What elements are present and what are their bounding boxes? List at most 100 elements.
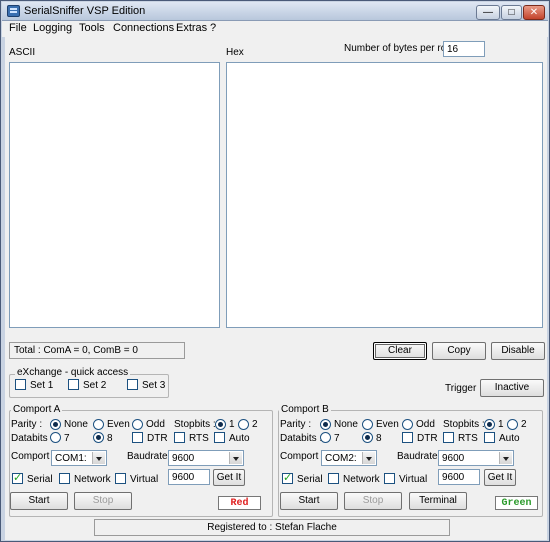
comport-a-parity-even-radio[interactable] — [93, 419, 104, 430]
menu-file[interactable]: File — [9, 22, 27, 34]
comport-a-stop2-radio[interactable] — [238, 419, 249, 430]
comport-a-data8-label: 8 — [107, 433, 113, 444]
clear-button[interactable]: Clear — [373, 342, 427, 360]
title-bar[interactable]: SerialSniffer VSP Edition — □ ✕ — [2, 2, 548, 21]
comport-a-dtr-checkbox[interactable] — [132, 432, 143, 443]
comport-b-stop1-radio[interactable] — [484, 419, 495, 430]
comport-b-network-checkbox[interactable] — [328, 473, 339, 484]
comport-b-start-button[interactable]: Start — [280, 492, 338, 510]
comport-a-parity-odd-radio[interactable] — [132, 419, 143, 430]
comport-a-title: Comport A — [11, 404, 63, 415]
window-title: SerialSniffer VSP Edition — [24, 5, 146, 17]
comport-b-virtual-checkbox[interactable] — [384, 473, 395, 484]
comport-b-parity-none-radio[interactable] — [320, 419, 331, 430]
comport-a-parity-none-label: None — [64, 419, 88, 430]
comport-b-comport-select[interactable]: COM2: — [321, 450, 377, 466]
comport-b-stop-button[interactable]: Stop — [344, 492, 402, 510]
menu-help[interactable]: ? — [210, 22, 216, 34]
comport-b-dtr-checkbox[interactable] — [402, 432, 413, 443]
comport-b-baudrate-select[interactable]: 9600 — [438, 450, 514, 466]
comport-a-virtual-label: Virtual — [130, 474, 159, 485]
comport-b-network-label: Network — [343, 474, 380, 485]
comport-a-network-label: Network — [74, 474, 111, 485]
chevron-down-icon — [92, 452, 105, 464]
comport-a-baud-input[interactable]: 9600 — [168, 469, 210, 485]
comport-b-data8-label: 8 — [376, 433, 382, 444]
comport-b-rts-checkbox[interactable] — [443, 432, 454, 443]
chevron-down-icon — [362, 452, 375, 464]
menu-extras[interactable]: Extras — [176, 22, 207, 34]
comport-a-comport-select[interactable]: COM1: — [51, 450, 107, 466]
comport-a-stop1-radio[interactable] — [215, 419, 226, 430]
comport-b-status-lamp: Green — [495, 496, 538, 510]
comport-b-comport-label: Comport : — [280, 451, 324, 462]
comport-a-serial-label: Serial — [27, 474, 53, 485]
trigger-label: Trigger : — [445, 383, 482, 394]
comport-b-title: Comport B — [279, 404, 331, 415]
trigger-button[interactable]: Inactive — [480, 379, 544, 397]
comport-b-stop1-label: 1 — [498, 419, 504, 430]
hex-view[interactable] — [226, 62, 543, 328]
comport-a-stop-button[interactable]: Stop — [74, 492, 132, 510]
comport-b-baud-input[interactable]: 9600 — [438, 469, 480, 485]
comport-a-serial-checkbox[interactable] — [12, 471, 23, 484]
comport-a-network-checkbox[interactable] — [59, 473, 70, 484]
comport-b-parity-label: Parity : — [280, 419, 312, 430]
comport-a-parity-none-radio[interactable] — [50, 419, 61, 430]
total-counter: Total : ComA = 0, ComB = 0 — [9, 342, 185, 359]
comport-a-status-lamp: Red — [218, 496, 261, 510]
comport-b-auto-checkbox[interactable] — [484, 432, 495, 443]
set3-checkbox[interactable] — [127, 379, 138, 390]
comport-b-data7-radio[interactable] — [320, 432, 331, 443]
comport-b-parity-odd-label: Odd — [416, 419, 435, 430]
copy-button[interactable]: Copy — [432, 342, 486, 360]
menu-connections[interactable]: Connections — [113, 22, 174, 34]
chevron-down-icon — [229, 452, 242, 464]
maximize-button[interactable]: □ — [501, 5, 522, 20]
comport-b-serial-checkbox[interactable] — [282, 471, 293, 484]
comport-a-databits-label: Databits : — [11, 433, 54, 444]
comport-b-parity-none-label: None — [334, 419, 358, 430]
comport-a-auto-label: Auto — [229, 433, 250, 444]
comport-a-start-button[interactable]: Start — [10, 492, 68, 510]
minimize-button[interactable]: — — [476, 5, 500, 20]
client-area: ASCII Hex Number of bytes per row : 16 T… — [5, 37, 547, 540]
bytes-per-row-input[interactable]: 16 — [443, 41, 485, 57]
ascii-view[interactable] — [9, 62, 220, 328]
exchange-title: eXchange - quick access — [15, 367, 131, 378]
set1-checkbox[interactable] — [15, 379, 26, 390]
comport-b-serial-label: Serial — [297, 474, 323, 485]
comport-a-parity-odd-label: Odd — [146, 419, 165, 430]
comport-a-virtual-checkbox[interactable] — [115, 473, 126, 484]
comport-b-stopbits-label: Stopbits : — [443, 419, 485, 430]
comport-b-stop2-radio[interactable] — [507, 419, 518, 430]
comport-b-parity-even-radio[interactable] — [362, 419, 373, 430]
comport-b-baudrate-label: Baudrate : — [397, 451, 444, 462]
comport-a-getit-button[interactable]: Get It — [213, 469, 245, 486]
comport-a-data7-radio[interactable] — [50, 432, 61, 443]
comport-b-parity-odd-radio[interactable] — [402, 419, 413, 430]
comport-a-baudrate-select[interactable]: 9600 — [168, 450, 244, 466]
set2-checkbox[interactable] — [68, 379, 79, 390]
close-button[interactable]: ✕ — [523, 5, 545, 20]
comport-a-baudrate-label: Baudrate : — [127, 451, 174, 462]
comport-a-parity-even-label: Even — [107, 419, 130, 430]
comport-b-databits-label: Databits : — [280, 433, 323, 444]
app-icon — [7, 5, 20, 17]
comport-a-auto-checkbox[interactable] — [214, 432, 225, 443]
comport-b-data7-label: 7 — [334, 433, 340, 444]
comport-b-parity-even-label: Even — [376, 419, 399, 430]
comport-b-data8-radio[interactable] — [362, 432, 373, 443]
comport-a-data8-radio[interactable] — [93, 432, 104, 443]
menu-logging[interactable]: Logging — [33, 22, 72, 34]
comport-a-dtr-label: DTR — [147, 433, 168, 444]
comport-b-auto-label: Auto — [499, 433, 520, 444]
disable-button[interactable]: Disable — [491, 342, 545, 360]
comport-b-getit-button[interactable]: Get It — [484, 469, 516, 486]
comport-a-stop2-label: 2 — [252, 419, 258, 430]
menu-tools[interactable]: Tools — [79, 22, 105, 34]
comport-a-stopbits-label: Stopbits : — [174, 419, 216, 430]
comport-b-terminal-button[interactable]: Terminal — [409, 492, 467, 510]
ascii-label: ASCII — [9, 47, 36, 58]
comport-a-rts-checkbox[interactable] — [174, 432, 185, 443]
